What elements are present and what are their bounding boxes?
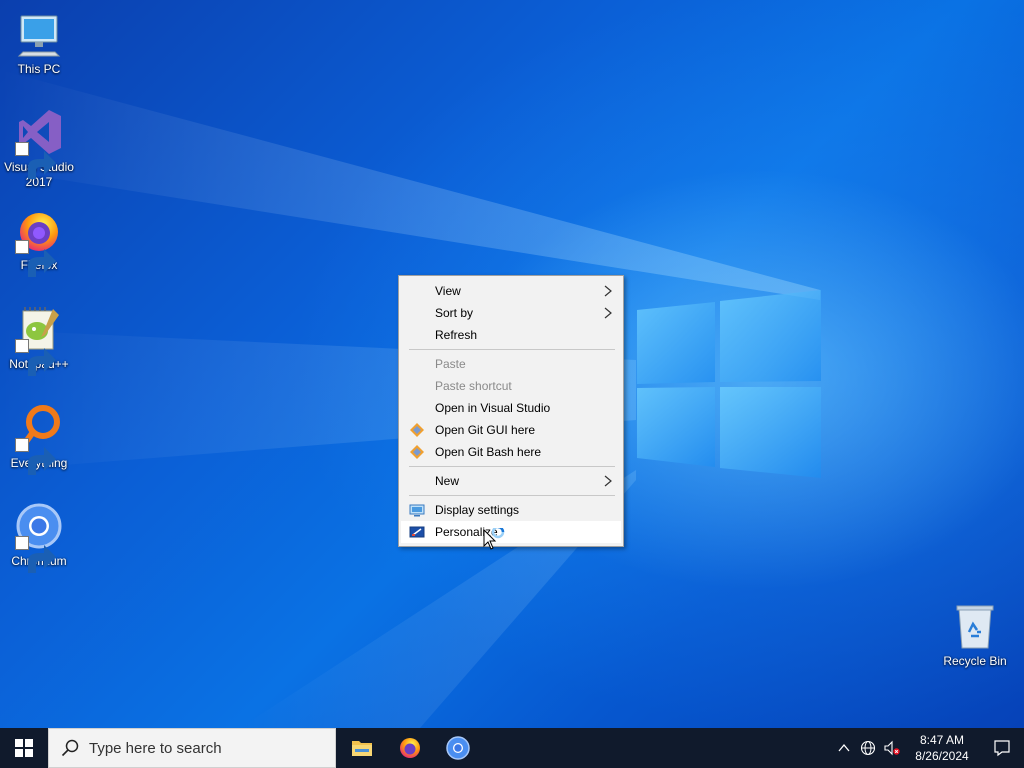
menu-item-label: Open Git Bash here (435, 445, 542, 459)
shortcut-arrow-icon (15, 536, 56, 573)
menu-item-label: Refresh (435, 328, 478, 342)
personalize-icon (409, 526, 425, 538)
windows-logo-icon (15, 739, 33, 757)
shortcut-arrow-icon (15, 438, 56, 475)
menu-item-label: Open Git GUI here (435, 423, 536, 437)
clock-time: 8:47 AM (919, 733, 965, 747)
show-hidden-icons-button[interactable] (832, 728, 856, 768)
menu-item-new[interactable]: New (401, 470, 621, 492)
menu-item-label: Paste (435, 357, 466, 371)
desktop-icon-recycle-bin[interactable]: Recycle Bin (936, 602, 1014, 669)
chromium-icon (446, 736, 470, 760)
clock-date: 8/26/2024 (915, 749, 969, 763)
menu-item-label: Paste shortcut (435, 379, 512, 393)
notepadpp-icon (15, 305, 63, 376)
menu-item-label: View (435, 284, 461, 298)
system-tray: 8:47 AM 8/26/2024 (832, 728, 1024, 768)
recycle-bin-icon (951, 602, 999, 650)
desktop-icon-firefox[interactable]: Firefox (0, 206, 78, 277)
desktop-icon-label: This PC (17, 62, 61, 76)
firefox-icon (15, 206, 63, 277)
this-pc-icon (15, 10, 63, 58)
menu-item-view[interactable]: View (401, 280, 621, 302)
menu-item-label: Display settings (435, 503, 520, 517)
shortcut-arrow-icon (15, 339, 56, 376)
menu-item-label: New (435, 474, 460, 488)
visual-studio-icon (15, 108, 63, 179)
start-button[interactable] (0, 728, 48, 768)
menu-item-refresh[interactable]: Refresh (401, 324, 621, 346)
menu-item-open-git-gui[interactable]: Open Git GUI here (401, 419, 621, 441)
menu-item-personalize[interactable]: Personalize (401, 521, 621, 543)
shortcut-arrow-icon (15, 142, 56, 179)
chromium-icon (15, 502, 63, 573)
file-explorer-icon (352, 741, 372, 756)
mouse-cursor-busy-icon (483, 528, 505, 550)
desktop-icon-this-pc[interactable]: This PC (0, 10, 78, 77)
firefox-icon (400, 738, 420, 758)
menu-item-sort-by[interactable]: Sort by (401, 302, 621, 324)
menu-item-paste-shortcut[interactable]: Paste shortcut (401, 375, 621, 397)
chevron-right-icon (604, 307, 612, 319)
desktop-icon-notepadpp[interactable]: Notepad++ (0, 305, 78, 376)
taskbar-clock[interactable]: 8:47 AM 8/26/2024 (904, 728, 980, 768)
chevron-up-icon (838, 743, 850, 752)
everything-icon (15, 404, 63, 475)
action-center-button[interactable] (980, 728, 1024, 768)
menu-item-display-settings[interactable]: Display settings (401, 499, 621, 521)
desktop-icon-label: Recycle Bin (943, 654, 1007, 668)
desktop-icon-visual-studio[interactable]: Visual Studio 2017 (0, 108, 78, 190)
chevron-right-icon (604, 475, 612, 487)
volume-muted-icon (884, 740, 900, 756)
taskbar-search-box[interactable] (48, 728, 336, 768)
notification-icon (994, 740, 1010, 757)
menu-separator (409, 349, 615, 350)
desktop-icon-everything[interactable]: Everything (0, 404, 78, 475)
menu-item-paste[interactable]: Paste (401, 353, 621, 375)
menu-item-label: Sort by (435, 306, 474, 320)
volume-button[interactable] (880, 728, 904, 768)
desktop-icon-chromium[interactable]: Chromium (0, 502, 78, 573)
menu-item-open-git-bash[interactable]: Open Git Bash here (401, 441, 621, 463)
chevron-right-icon (604, 285, 612, 297)
search-icon (61, 739, 79, 757)
menu-separator (409, 466, 615, 467)
menu-item-open-in-visual-studio[interactable]: Open in Visual Studio (401, 397, 621, 419)
taskbar-app-file-explorer[interactable] (338, 728, 386, 768)
taskbar: 8:47 AM 8/26/2024 (0, 728, 1024, 768)
network-globe-icon (860, 740, 876, 756)
git-gui-icon (410, 423, 424, 437)
shortcut-arrow-icon (15, 240, 56, 277)
menu-item-label: Open in Visual Studio (435, 401, 551, 415)
search-input[interactable] (89, 739, 309, 757)
network-button[interactable] (856, 728, 880, 768)
menu-separator (409, 495, 615, 496)
taskbar-app-firefox[interactable] (386, 728, 434, 768)
git-bash-icon (410, 445, 424, 459)
taskbar-app-chromium[interactable] (434, 728, 482, 768)
desktop-context-menu: View Sort by Refresh Paste Paste shortcu… (398, 275, 624, 547)
display-settings-icon (409, 504, 425, 517)
